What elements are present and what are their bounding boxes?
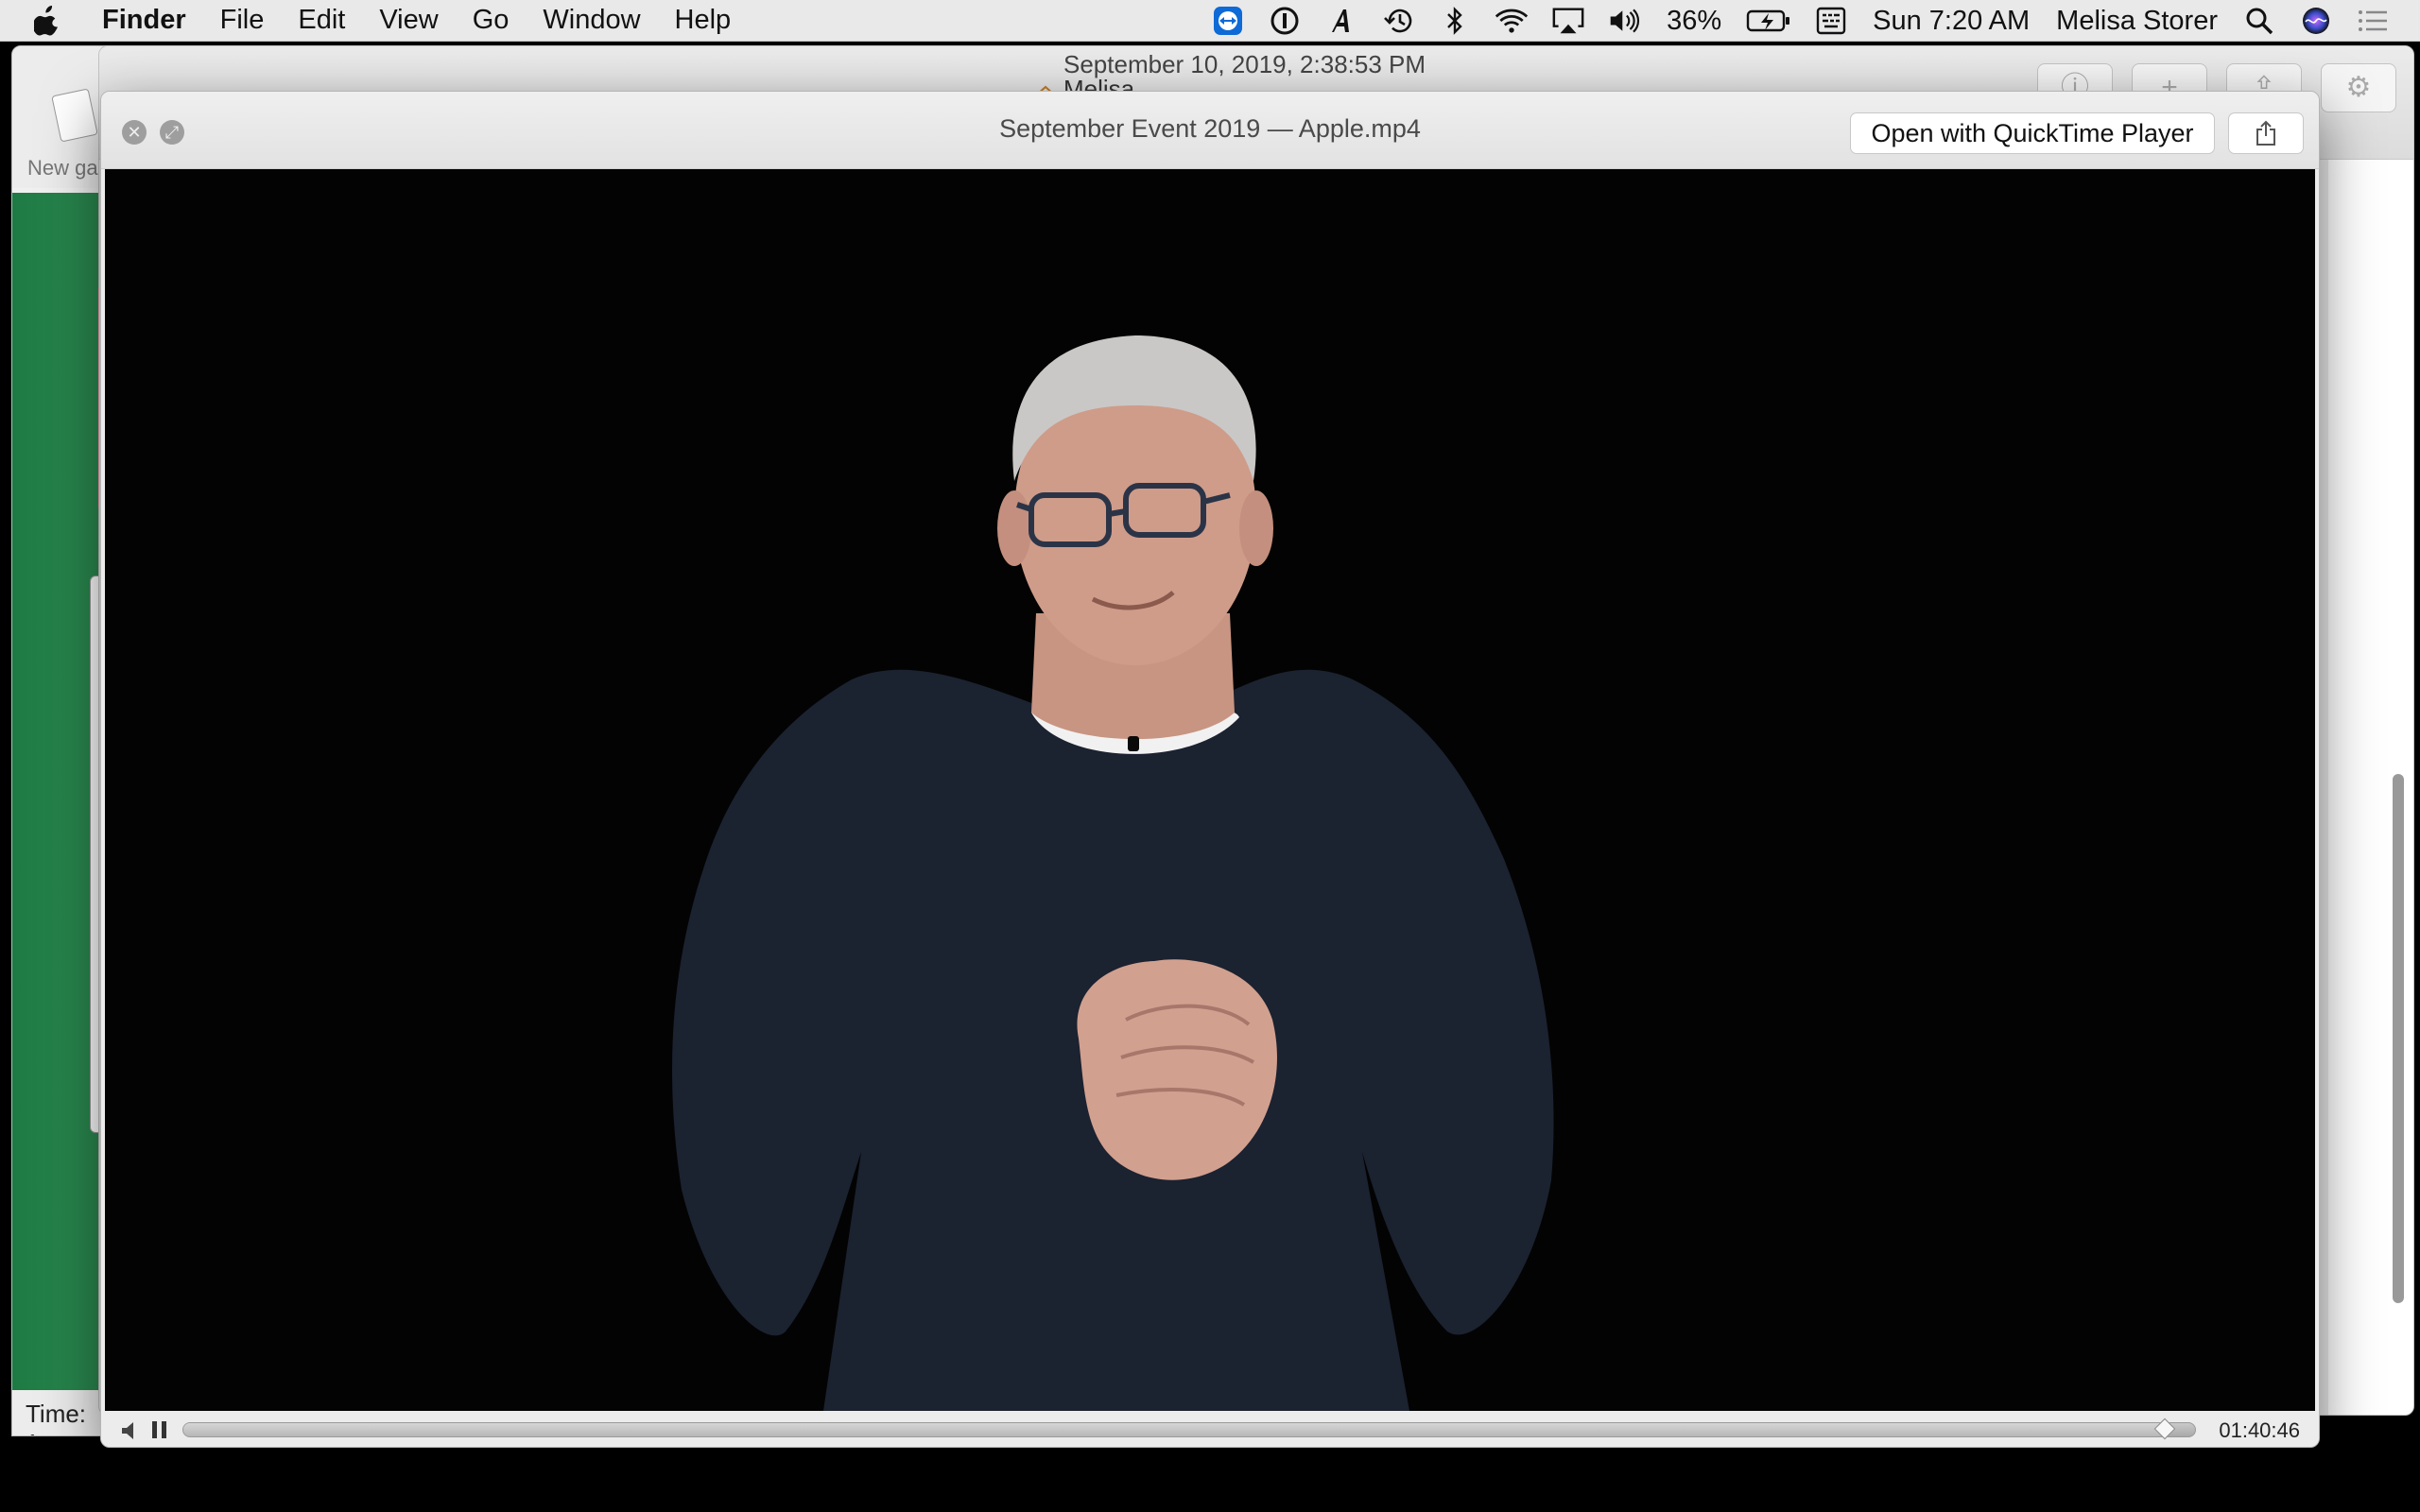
menu-view[interactable]: View <box>379 5 438 36</box>
progress-fill <box>183 1423 2166 1436</box>
pause-icon <box>152 1421 166 1438</box>
teamviewer-icon[interactable] <box>1211 4 1245 38</box>
time-remaining: 01:40:46 <box>2219 1418 2300 1442</box>
new-game-icon[interactable] <box>51 88 98 143</box>
settings-button[interactable]: ⚙ <box>2321 63 2396 112</box>
battery-icon[interactable] <box>1746 4 1791 38</box>
volume-icon[interactable] <box>1608 4 1642 38</box>
menu-finder[interactable]: Finder <box>102 5 186 36</box>
menu-file[interactable]: File <box>220 5 265 36</box>
font-icon[interactable] <box>1324 4 1358 38</box>
speaker-icon <box>122 1422 133 1439</box>
progress-scrubber[interactable] <box>182 1418 2196 1440</box>
apple-menu-icon[interactable] <box>34 5 76 36</box>
wifi-icon[interactable] <box>1495 4 1529 38</box>
new-game-label[interactable]: New ga <box>27 156 98 180</box>
password-icon[interactable] <box>1268 4 1302 38</box>
playback-controls: 01:40:46 <box>101 1411 2319 1447</box>
time-machine-icon[interactable] <box>1381 4 1415 38</box>
menu-window[interactable]: Window <box>543 5 640 36</box>
keyboard-viewer-icon[interactable] <box>1814 4 1848 38</box>
menu-edit[interactable]: Edit <box>298 5 345 36</box>
volume-button[interactable] <box>120 1420 141 1441</box>
quicklook-titlebar: ✕ ⤢ September Event 2019 — Apple.mp4 Ope… <box>101 92 2319 169</box>
pause-button[interactable] <box>148 1418 171 1441</box>
menu-bar: Finder File Edit View Go Window Help 36% <box>0 0 2420 42</box>
quicklook-window: ✕ ⤢ September Event 2019 — Apple.mp4 Ope… <box>100 91 2320 1448</box>
menu-go[interactable]: Go <box>473 5 510 36</box>
share-button[interactable] <box>2228 112 2304 154</box>
video-player[interactable] <box>105 169 2315 1411</box>
video-frame <box>105 169 2315 1411</box>
menu-help[interactable]: Help <box>675 5 732 36</box>
open-with-quicktime-button[interactable]: Open with QuickTime Player <box>1850 112 2215 154</box>
siri-icon[interactable] <box>2299 4 2333 38</box>
menubar-clock[interactable]: Sun 7:20 AM <box>1873 6 2030 37</box>
bluetooth-icon[interactable] <box>1438 4 1472 38</box>
notification-center-icon[interactable] <box>2356 4 2390 38</box>
menubar-user[interactable]: Melisa Storer <box>2056 6 2218 37</box>
spotlight-icon[interactable] <box>2242 4 2276 38</box>
finder-scrollbar[interactable] <box>2393 774 2404 1303</box>
battery-percent: 36% <box>1667 5 1722 36</box>
share-icon <box>2256 120 2275 146</box>
airplay-icon[interactable] <box>1551 4 1585 38</box>
